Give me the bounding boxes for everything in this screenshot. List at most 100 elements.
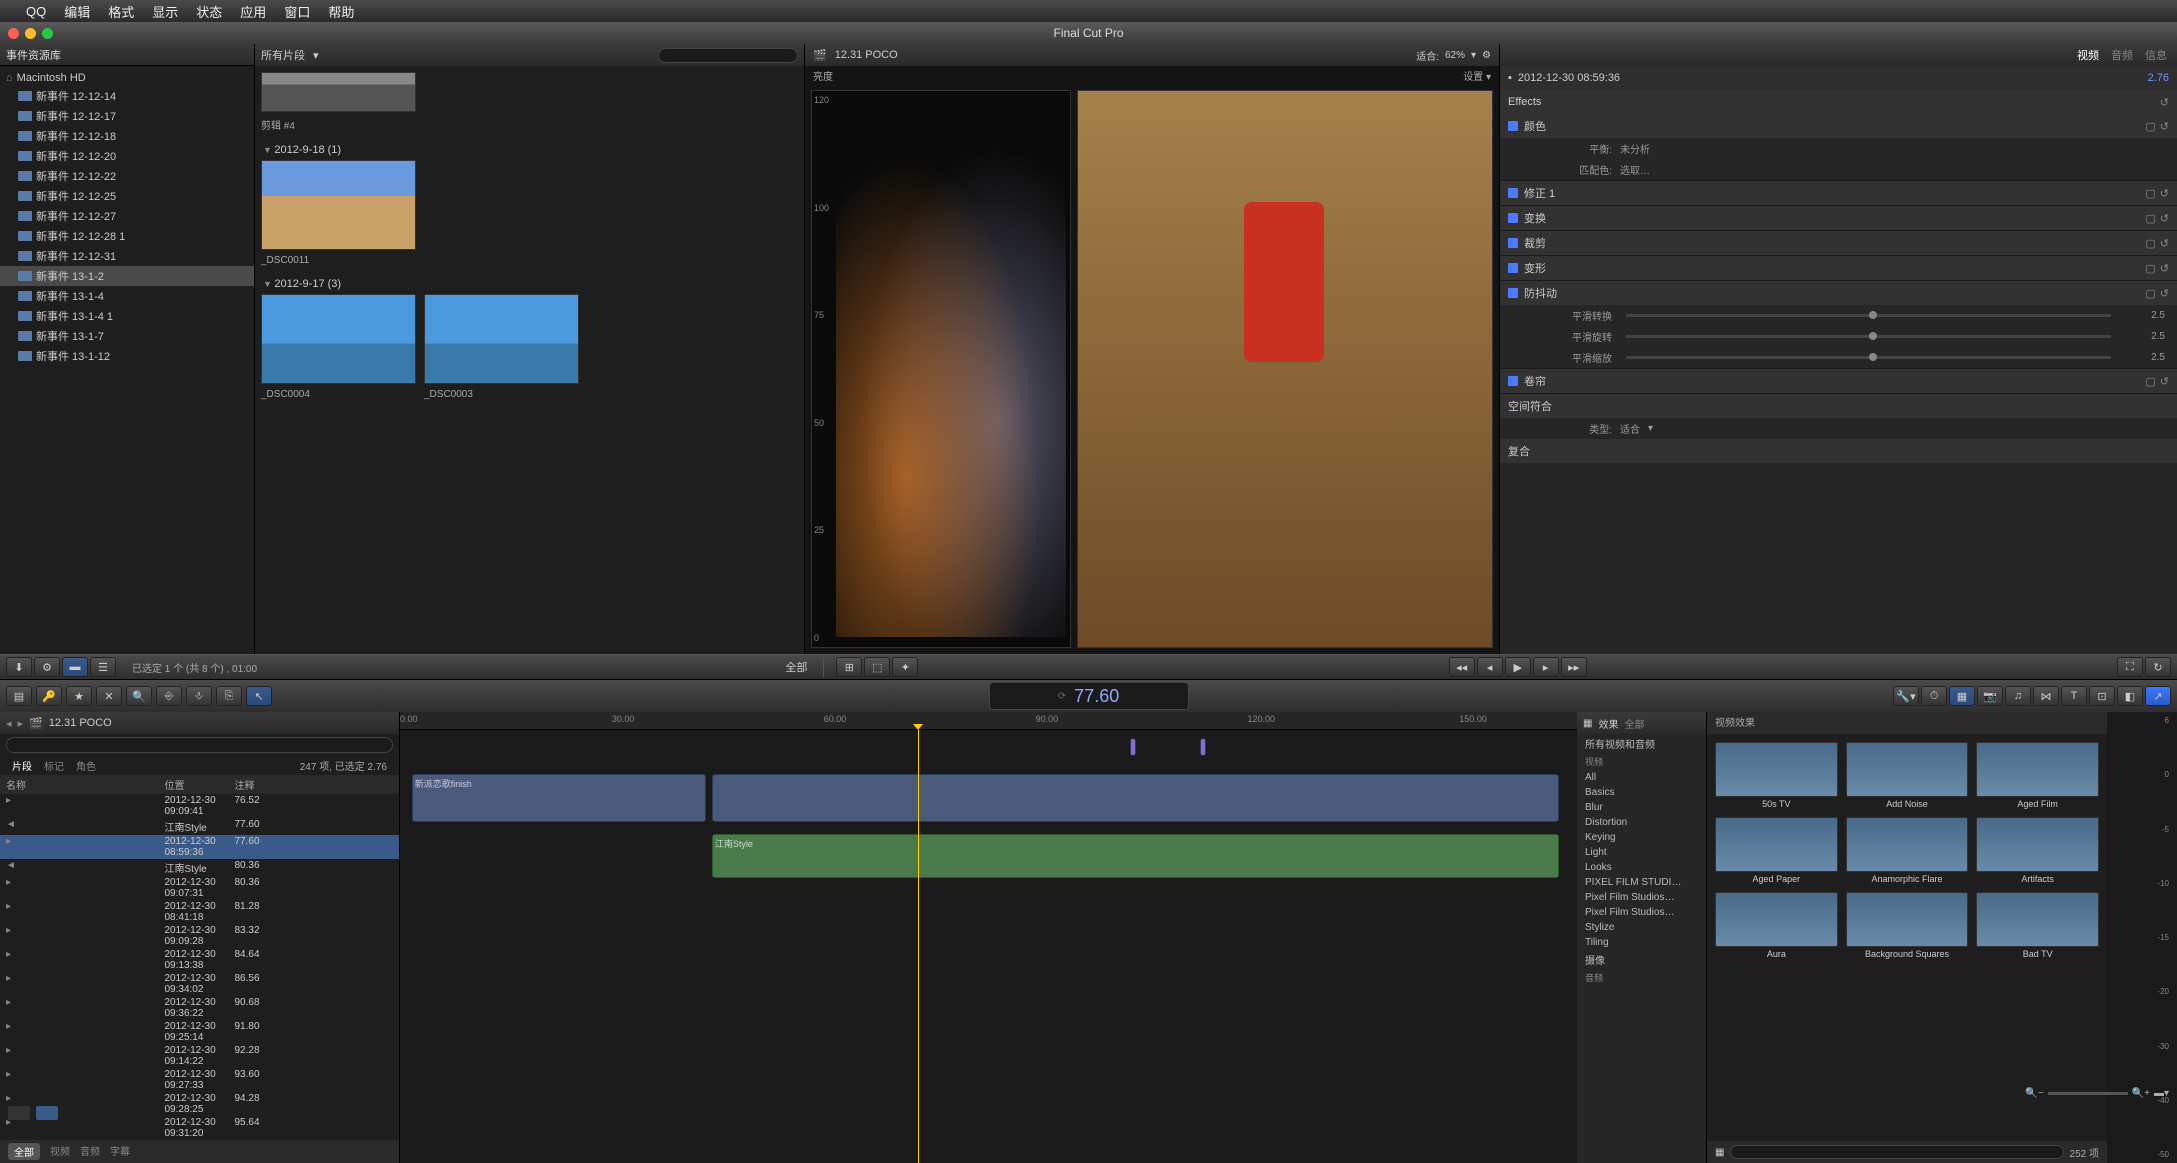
inspector-section-header[interactable]: 颜色▢↺ bbox=[1500, 114, 2177, 138]
fx-category[interactable]: Keying bbox=[1577, 830, 1706, 845]
tree-root[interactable]: Macintosh HD bbox=[0, 70, 254, 86]
index-row[interactable]: 2012-12-30 09:36:2290.68 bbox=[0, 996, 399, 1020]
timeline-audio-clip[interactable]: 江南Style bbox=[712, 834, 1559, 878]
reset-icon[interactable]: ↺ bbox=[2160, 187, 2169, 200]
index-filter-字幕[interactable]: 字幕 bbox=[110, 1143, 130, 1160]
tab-audio[interactable]: 音频 bbox=[2111, 47, 2133, 63]
fullscreen-button[interactable]: ⛶ bbox=[2117, 657, 2143, 677]
section-checkbox[interactable] bbox=[1508, 121, 1518, 131]
reset-icon[interactable]: ↺ bbox=[2160, 96, 2169, 109]
index-row[interactable]: 2012-12-30 09:07:3180.36 bbox=[0, 876, 399, 900]
tab-roles[interactable]: 角色 bbox=[76, 758, 96, 773]
viewer-settings-dropdown[interactable]: 设置 ▾ bbox=[1463, 68, 1491, 83]
fx-category[interactable]: 摄像 bbox=[1577, 950, 1706, 969]
browser-search-input[interactable] bbox=[658, 48, 798, 63]
effect-item[interactable]: Aura bbox=[1715, 892, 1838, 959]
fx-category[interactable]: Stylize bbox=[1577, 920, 1706, 935]
index-row[interactable]: 2012-12-30 09:09:4176.52 bbox=[0, 794, 399, 818]
section-checkbox[interactable] bbox=[1508, 263, 1518, 273]
minimize-button[interactable] bbox=[25, 28, 36, 39]
tools-dropdown[interactable]: 🔧▾ bbox=[1893, 686, 1919, 706]
fx-category[interactable]: Pixel Film Studios… bbox=[1577, 905, 1706, 920]
zoom-slider[interactable] bbox=[2048, 1092, 2128, 1095]
col-name[interactable]: 名称 bbox=[6, 777, 165, 792]
enhance-button[interactable]: ✦ bbox=[892, 657, 918, 677]
timeline-button[interactable] bbox=[36, 1106, 58, 1120]
event-item[interactable]: 新事件 12-12-28 1 bbox=[0, 226, 254, 246]
browser-filter-dropdown[interactable]: 所有片段 bbox=[261, 47, 305, 63]
event-item[interactable]: 新事件 12-12-27 bbox=[0, 206, 254, 226]
event-item[interactable]: 新事件 12-12-22 bbox=[0, 166, 254, 186]
event-item[interactable]: 新事件 13-1-12 bbox=[0, 346, 254, 366]
history-back-button[interactable]: ◂ bbox=[6, 717, 12, 730]
timeline-clip[interactable]: 新派恋歌finish bbox=[412, 774, 706, 822]
index-filter-音频[interactable]: 音频 bbox=[80, 1143, 100, 1160]
insert-button[interactable]: ⎀ bbox=[186, 686, 212, 706]
prev-edit-button[interactable]: ◂◂ bbox=[1449, 657, 1475, 677]
effects-browser-button[interactable]: ▦ bbox=[1949, 686, 1975, 706]
inspector-section-header[interactable]: 裁剪▢↺ bbox=[1500, 231, 2177, 255]
section-toggle-icon[interactable]: ▢ bbox=[2145, 237, 2155, 250]
clip-thumbnail[interactable] bbox=[424, 294, 579, 384]
zoom-in-icon[interactable]: 🔍+ bbox=[2132, 1088, 2150, 1099]
reject-button[interactable]: ✕ bbox=[96, 686, 122, 706]
row-value[interactable]: 未分析 bbox=[1620, 141, 1650, 156]
timeline-marker[interactable] bbox=[1200, 738, 1206, 756]
section-toggle-icon[interactable]: ▢ bbox=[2145, 262, 2155, 275]
index-list[interactable]: 2012-12-30 09:09:4176.52江南Style77.602012… bbox=[0, 794, 399, 1140]
section-toggle-icon[interactable]: ▢ bbox=[2145, 120, 2155, 133]
inspector-section-header[interactable]: 变形▢↺ bbox=[1500, 256, 2177, 280]
zoom-button[interactable] bbox=[42, 28, 53, 39]
reset-icon[interactable]: ↺ bbox=[2160, 262, 2169, 275]
fx-category[interactable]: 所有视频和音频 bbox=[1577, 734, 1706, 753]
section-toggle-icon[interactable]: ▢ bbox=[2145, 187, 2155, 200]
viewer-settings-icon[interactable]: ⚙ bbox=[1482, 50, 1491, 61]
clip-thumbnail[interactable] bbox=[261, 72, 416, 112]
effect-item[interactable]: 50s TV bbox=[1715, 742, 1838, 809]
event-item[interactable]: 新事件 12-12-14 bbox=[0, 86, 254, 106]
effect-item[interactable]: Aged Film bbox=[1976, 742, 2099, 809]
inspector-section-header[interactable]: 防抖动▢↺ bbox=[1500, 281, 2177, 305]
app-menu[interactable]: QQ bbox=[26, 4, 46, 19]
favorite-button[interactable]: ★ bbox=[66, 686, 92, 706]
clip-thumbnail[interactable] bbox=[261, 160, 416, 250]
col-notes[interactable]: 注释 bbox=[235, 777, 394, 792]
section-checkbox[interactable] bbox=[1508, 188, 1518, 198]
fx-category[interactable]: Pixel Film Studios… bbox=[1577, 890, 1706, 905]
menu-app[interactable]: 应用 bbox=[240, 2, 266, 21]
loop-button[interactable]: ↻ bbox=[2145, 657, 2171, 677]
reset-icon[interactable]: ↺ bbox=[2160, 375, 2169, 388]
index-search-input[interactable] bbox=[6, 737, 393, 753]
arrow-tool[interactable]: ↖ bbox=[246, 686, 272, 706]
effect-item[interactable]: Aged Paper bbox=[1715, 817, 1838, 884]
timeline-body[interactable]: 新派恋歌finish 江南Style bbox=[400, 730, 1577, 1163]
section-toggle-icon[interactable]: ▢ bbox=[2145, 212, 2155, 225]
timeline-clip[interactable] bbox=[712, 774, 1559, 822]
index-row[interactable]: 2012-12-30 09:34:0286.56 bbox=[0, 972, 399, 996]
effects-grid[interactable]: 50s TVAdd NoiseAged FilmAged PaperAnamor… bbox=[1707, 734, 2107, 1141]
event-item[interactable]: 新事件 12-12-20 bbox=[0, 146, 254, 166]
list-view-button[interactable]: ☰ bbox=[90, 657, 116, 677]
menu-help[interactable]: 帮助 bbox=[328, 2, 354, 21]
index-filter-视频[interactable]: 视频 bbox=[50, 1143, 70, 1160]
themes-button[interactable]: ◧ bbox=[2117, 686, 2143, 706]
fx-category[interactable]: Basics bbox=[1577, 785, 1706, 800]
effects-category-list[interactable]: 所有视频和音频视频AllBasicsBlurDistortionKeyingLi… bbox=[1577, 734, 1706, 1163]
browser-body[interactable]: 剪辑 #42012-9-18 (1)_DSC00112012-9-17 (3)_… bbox=[255, 66, 804, 654]
retime-button[interactable]: ⏱ bbox=[1921, 686, 1947, 706]
timeline[interactable]: 0.0030.0060.0090.00120.00150.00 新派恋歌fini… bbox=[400, 712, 1577, 1163]
timeline-playhead[interactable] bbox=[918, 730, 919, 1163]
effects-search-input[interactable] bbox=[1730, 1145, 2063, 1159]
row-value[interactable]: 2.5 bbox=[2125, 352, 2165, 363]
keyword-button[interactable]: 🔑 bbox=[36, 686, 62, 706]
transform-button[interactable]: ⬚ bbox=[864, 657, 890, 677]
music-browser-button[interactable]: ♫ bbox=[2005, 686, 2031, 706]
event-tree[interactable]: Macintosh HD新事件 12-12-14新事件 12-12-17新事件 … bbox=[0, 66, 254, 654]
inspector-section-header[interactable]: 变换▢↺ bbox=[1500, 206, 2177, 230]
search-icon[interactable]: 🔍 bbox=[126, 686, 152, 706]
viewer-fit-value[interactable]: 62% bbox=[1445, 50, 1465, 61]
filmstrip-view-button[interactable]: ▬ bbox=[62, 657, 88, 677]
slider[interactable] bbox=[1626, 356, 2111, 359]
effect-item[interactable]: Anamorphic Flare bbox=[1846, 817, 1969, 884]
clip-appearance-button[interactable]: ▬▾ bbox=[2154, 1088, 2169, 1099]
